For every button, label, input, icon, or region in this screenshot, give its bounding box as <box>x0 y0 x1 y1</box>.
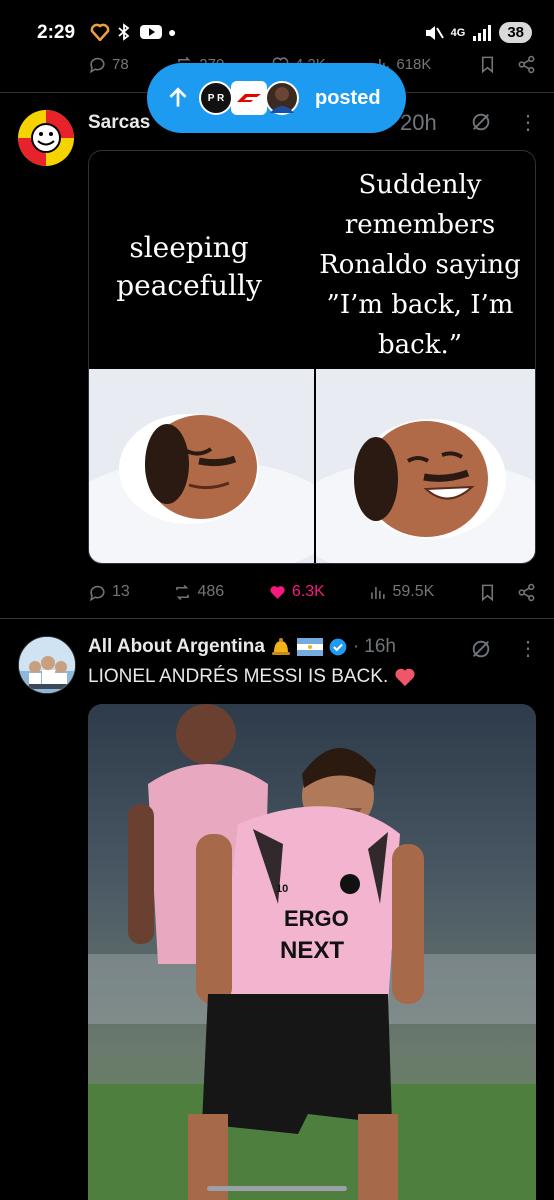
youtube-icon <box>140 25 162 39</box>
meme-panel-sleeping <box>89 369 314 563</box>
troll-face-avatar-image <box>18 110 74 166</box>
author-name[interactable]: All About Argentina <box>88 636 265 658</box>
meme-caption-left: sleeping peacefully <box>116 231 262 302</box>
separator-dot: · <box>352 636 360 657</box>
author-name[interactable]: Sarcas <box>88 112 150 134</box>
bookmark-icon[interactable] <box>478 583 497 602</box>
dot-icon: ● <box>168 24 177 40</box>
repost-count: 486 <box>197 583 225 600</box>
reply-icon <box>90 585 105 601</box>
more-options-button[interactable]: ⋮ <box>518 110 538 135</box>
reply-icon <box>90 57 105 73</box>
action-group <box>478 583 536 602</box>
post-time: 20h <box>400 110 437 135</box>
reply-button[interactable]: 13 <box>88 583 130 602</box>
signal-icon <box>473 24 492 41</box>
verified-badge-icon <box>329 638 347 656</box>
views-button[interactable]: 59.5K <box>368 583 434 602</box>
post-photo[interactable]: 10 ERGO NEXT <box>88 704 536 1200</box>
avatar[interactable] <box>18 110 74 166</box>
repost-button[interactable]: 486 <box>173 583 224 602</box>
action-group <box>478 55 536 74</box>
argentina-flag-icon <box>296 638 323 656</box>
meme-caption-right: Suddenly remembers Ronaldo saying ”I’m b… <box>319 170 521 360</box>
notification-icons: ● <box>90 23 176 41</box>
bookmark-icon[interactable] <box>478 55 497 74</box>
divider <box>0 618 554 619</box>
grok-icon[interactable] <box>470 111 492 133</box>
new-posts-pill[interactable]: P R posted <box>147 63 406 133</box>
status-time: 2:29 <box>37 22 76 43</box>
network-label: 4G <box>450 26 466 39</box>
arrow-up-icon <box>169 87 187 107</box>
poster-avatar-label: P R <box>207 92 225 104</box>
reply-count: 13 <box>112 583 130 600</box>
home-indicator[interactable] <box>207 1186 347 1191</box>
jersey-sponsor-1: ERGO <box>284 906 349 931</box>
posted-label: posted <box>315 86 381 109</box>
person-avatar-image <box>270 87 294 113</box>
tweet-actions: 13 486 6.3K 59.5K <box>88 579 536 605</box>
poster-avatar: P R <box>199 81 233 115</box>
views-count: 59.5K <box>392 583 435 600</box>
reply-count: 78 <box>112 55 129 73</box>
jersey-number: 10 <box>276 883 288 895</box>
like-button[interactable]: 6.3K <box>268 583 325 602</box>
more-options-button[interactable]: ⋮ <box>518 636 538 661</box>
share-icon[interactable] <box>517 55 536 74</box>
poster-avatar <box>231 81 267 115</box>
battery-indicator: 38 <box>499 22 532 43</box>
meme-panel-smiling <box>316 369 535 563</box>
red-heart-emoji-icon <box>395 668 415 687</box>
jersey-sponsor-2: NEXT <box>280 937 344 964</box>
system-icons: 4G 38 <box>424 22 532 43</box>
views-count: 618K <box>396 55 432 73</box>
grok-icon[interactable] <box>470 638 492 660</box>
poster-avatar <box>265 81 299 115</box>
orange-app-icon <box>90 23 110 41</box>
post-body: LIONEL ANDRÉS MESSI IS BACK. <box>88 666 389 687</box>
reply-button[interactable]: 78 <box>88 55 129 74</box>
post-text: LIONEL ANDRÉS MESSI IS BACK. <box>88 666 416 688</box>
bell-emoji-icon <box>271 638 290 655</box>
share-icon[interactable] <box>517 583 536 602</box>
post-header: All About Argentina · 16h <box>88 636 396 658</box>
argentina-fan-avatar-image <box>19 637 75 693</box>
views-icon <box>371 586 386 599</box>
mute-icon <box>425 25 444 40</box>
heart-filled-icon <box>270 585 285 599</box>
post-time: 16h <box>364 636 396 657</box>
like-count: 6.3K <box>291 583 325 600</box>
bluetooth-audio-icon <box>118 23 130 41</box>
meme-image[interactable]: sleeping peacefully Suddenly remembers R… <box>88 150 536 564</box>
repost-icon <box>176 584 190 600</box>
f1-logo-icon <box>237 94 261 102</box>
avatar[interactable] <box>18 636 76 694</box>
